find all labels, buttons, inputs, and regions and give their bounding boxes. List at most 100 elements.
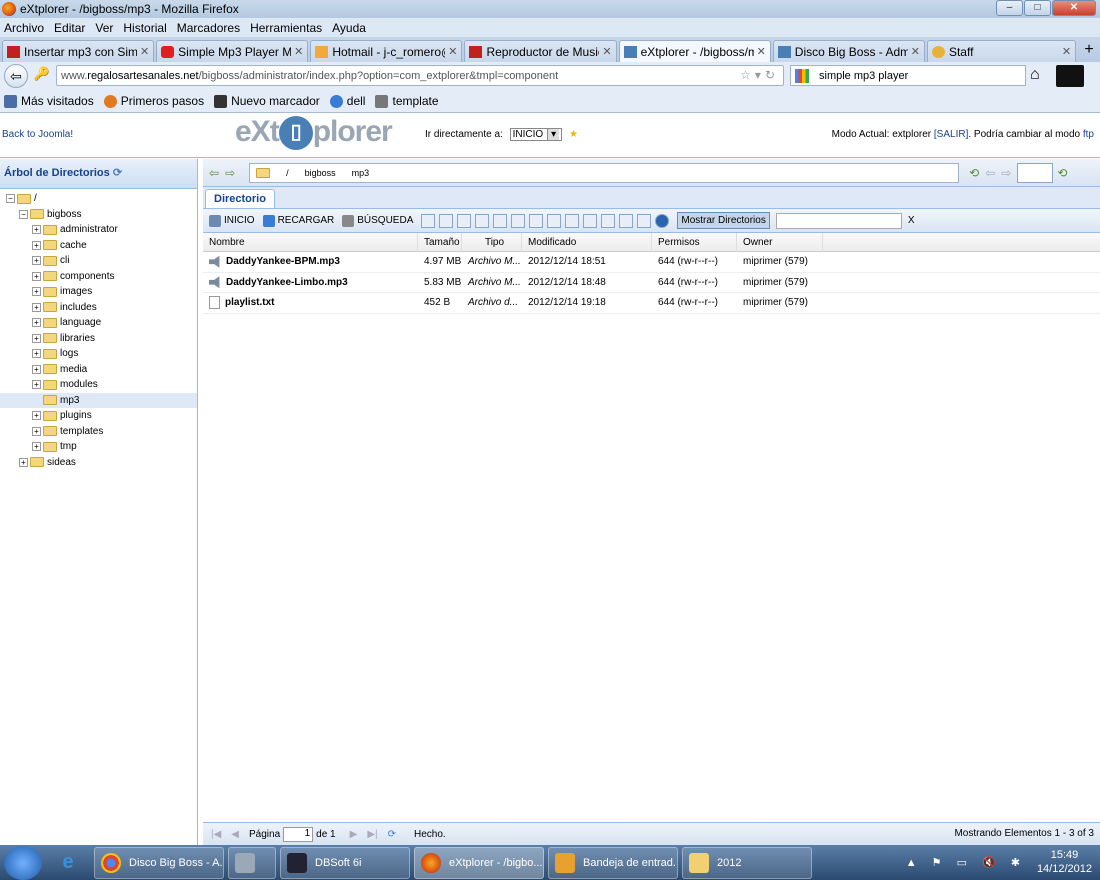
taskbar-item-active[interactable]: eXtplorer - /bigbo... <box>414 846 544 879</box>
minimize-button[interactable]: – <box>996 0 1023 16</box>
path-segment[interactable]: mp3 <box>352 168 370 178</box>
details-icon[interactable] <box>565 213 580 228</box>
back-button[interactable]: ⇦ <box>4 64 28 88</box>
tree-node[interactable]: + includes <box>0 300 197 316</box>
tree-node[interactable]: + cache <box>0 238 197 254</box>
bookmark-item[interactable]: dell <box>329 94 365 108</box>
file-row[interactable]: DaddyYankee-Limbo.mp3 5.83 MB Archivo M.… <box>203 273 1100 293</box>
recargar-button[interactable]: RECARGAR <box>262 214 334 227</box>
ftp-link[interactable]: ftp <box>1083 129 1094 140</box>
identity-icon[interactable]: 🔑 <box>32 66 52 86</box>
view-icon[interactable] <box>547 213 562 228</box>
close-tab-icon[interactable]: ✕ <box>294 45 303 58</box>
browser-tab[interactable]: Disco Big Boss - Admini...✕ <box>772 40 925 62</box>
close-tab-icon[interactable]: ✕ <box>1062 45 1071 58</box>
tree-node[interactable]: + administrator <box>0 222 197 238</box>
tree-node-selected[interactable]: mp3 <box>0 392 197 408</box>
tree-node[interactable]: + modules <box>0 377 197 393</box>
logout-link[interactable]: [SALIR] <box>934 129 968 140</box>
close-tab-icon[interactable]: ✕ <box>757 45 766 58</box>
tree-node-root[interactable]: − / <box>0 191 197 207</box>
next-page-icon[interactable]: ▶ <box>350 829 358 840</box>
clock[interactable]: 15:49 14/12/2012 <box>1037 848 1092 876</box>
upload-icon[interactable] <box>601 213 616 228</box>
tree-node[interactable]: + images <box>0 284 197 300</box>
menu-ver[interactable]: Ver <box>95 21 113 35</box>
busqueda-button[interactable]: BÚSQUEDA <box>342 214 413 227</box>
browser-tab[interactable]: Reproductor de Musica ...✕ <box>464 40 617 62</box>
rename-icon[interactable] <box>511 213 526 228</box>
file-row[interactable]: DaddyYankee-BPM.mp3 4.97 MB Archivo M...… <box>203 252 1100 273</box>
forward-arrow-icon[interactable]: ⇨ <box>1001 166 1011 180</box>
help-icon[interactable] <box>655 213 670 228</box>
tree-node[interactable]: + logs <box>0 346 197 362</box>
system-tray-icons[interactable]: ▲ ⚑ ▭ 🔇 ✱ <box>906 856 1026 869</box>
menu-herramientas[interactable]: Herramientas <box>250 21 322 35</box>
bookmark-star-icon[interactable]: ★ <box>569 129 578 140</box>
download-icon[interactable] <box>583 213 598 228</box>
edit-icon[interactable] <box>439 213 454 228</box>
path-segment[interactable]: bigboss <box>305 168 336 178</box>
prev-page-icon[interactable]: ◀ <box>231 829 239 840</box>
folder-view-button[interactable] <box>1017 162 1054 183</box>
google-icon[interactable] <box>795 68 809 83</box>
bookmark-item[interactable]: template <box>375 94 439 108</box>
last-page-icon[interactable]: ▶| <box>367 829 377 840</box>
tree-node[interactable]: + media <box>0 362 197 378</box>
path-breadcrumb[interactable]: / bigboss mp3 <box>249 162 960 183</box>
mostrar-directorios-button[interactable]: Mostrar Directorios <box>677 212 770 229</box>
bookmark-item[interactable]: Nuevo marcador <box>214 94 320 108</box>
tab-directorio[interactable]: Directorio <box>205 189 275 208</box>
menu-archivo[interactable]: Archivo <box>4 21 44 35</box>
search-field[interactable]: simple mp3 player <box>790 65 1026 86</box>
sync-icon[interactable]: ⟲ <box>1057 166 1067 180</box>
col-modificado[interactable]: Modificado <box>522 232 652 252</box>
menu-historial[interactable]: Historial <box>123 21 166 35</box>
tree-node[interactable]: + libraries <box>0 331 197 347</box>
refresh-icon[interactable]: ⟲ <box>969 166 979 180</box>
menu-ayuda[interactable]: Ayuda <box>332 21 366 35</box>
back-arrow-icon[interactable]: ⇦ <box>209 166 219 180</box>
col-tamano[interactable]: Tamaño <box>418 232 462 252</box>
chmod-icon[interactable] <box>529 213 544 228</box>
bookmark-item[interactable]: Primeros pasos <box>103 94 204 108</box>
goto-select[interactable]: INICIO ▾ <box>509 128 563 141</box>
clear-filter-button[interactable]: X <box>908 215 915 226</box>
close-tab-icon[interactable]: ✕ <box>602 45 611 58</box>
tree-node[interactable]: + plugins <box>0 408 197 424</box>
maximize-button[interactable]: □ <box>1024 0 1051 16</box>
browser-tab[interactable]: Insertar mp3 con Simpl...✕ <box>2 40 155 62</box>
close-tab-icon[interactable]: ✕ <box>911 45 920 58</box>
col-tipo[interactable]: Tipo <box>462 232 522 252</box>
copy-icon[interactable] <box>457 213 472 228</box>
ie-icon[interactable]: e <box>54 849 82 877</box>
refresh-icon[interactable]: ⟳ <box>388 829 396 840</box>
tree-node-bigboss[interactable]: − bigboss <box>0 207 197 223</box>
archive-icon[interactable] <box>619 213 634 228</box>
tree-node[interactable]: + language <box>0 315 197 331</box>
move-icon[interactable] <box>475 213 490 228</box>
close-tab-icon[interactable]: ✕ <box>140 45 149 58</box>
addon-button[interactable] <box>1056 65 1084 87</box>
tree-node[interactable]: + cli <box>0 253 197 269</box>
taskbar-item[interactable]: Disco Big Boss - A... <box>94 846 224 879</box>
back-arrow-icon[interactable]: ⇦ <box>985 166 995 180</box>
col-nombre[interactable]: Nombre <box>203 232 418 252</box>
col-owner[interactable]: Owner <box>737 232 823 252</box>
delete-icon[interactable] <box>493 213 508 228</box>
taskbar-item[interactable]: 2012 <box>682 846 812 879</box>
first-page-icon[interactable]: |◀ <box>211 829 221 840</box>
tree-node-sideas[interactable]: + sideas <box>0 455 197 471</box>
page-input[interactable]: 1 <box>283 826 314 842</box>
home-icon[interactable]: ⌂ <box>1030 66 1040 84</box>
start-button[interactable] <box>4 845 42 880</box>
path-segment[interactable]: / <box>286 168 289 178</box>
filter-input[interactable] <box>775 212 902 229</box>
extract-icon[interactable] <box>637 213 652 228</box>
col-permisos[interactable]: Permisos <box>652 232 737 252</box>
tree-node[interactable]: + tmp <box>0 439 197 455</box>
taskbar-item[interactable]: DBSoft 6i <box>280 846 410 879</box>
taskbar-item[interactable]: Bandeja de entrad... <box>548 846 678 879</box>
bookmark-item[interactable]: Más visitados <box>4 94 94 108</box>
new-tab-button[interactable]: + <box>1078 40 1100 62</box>
